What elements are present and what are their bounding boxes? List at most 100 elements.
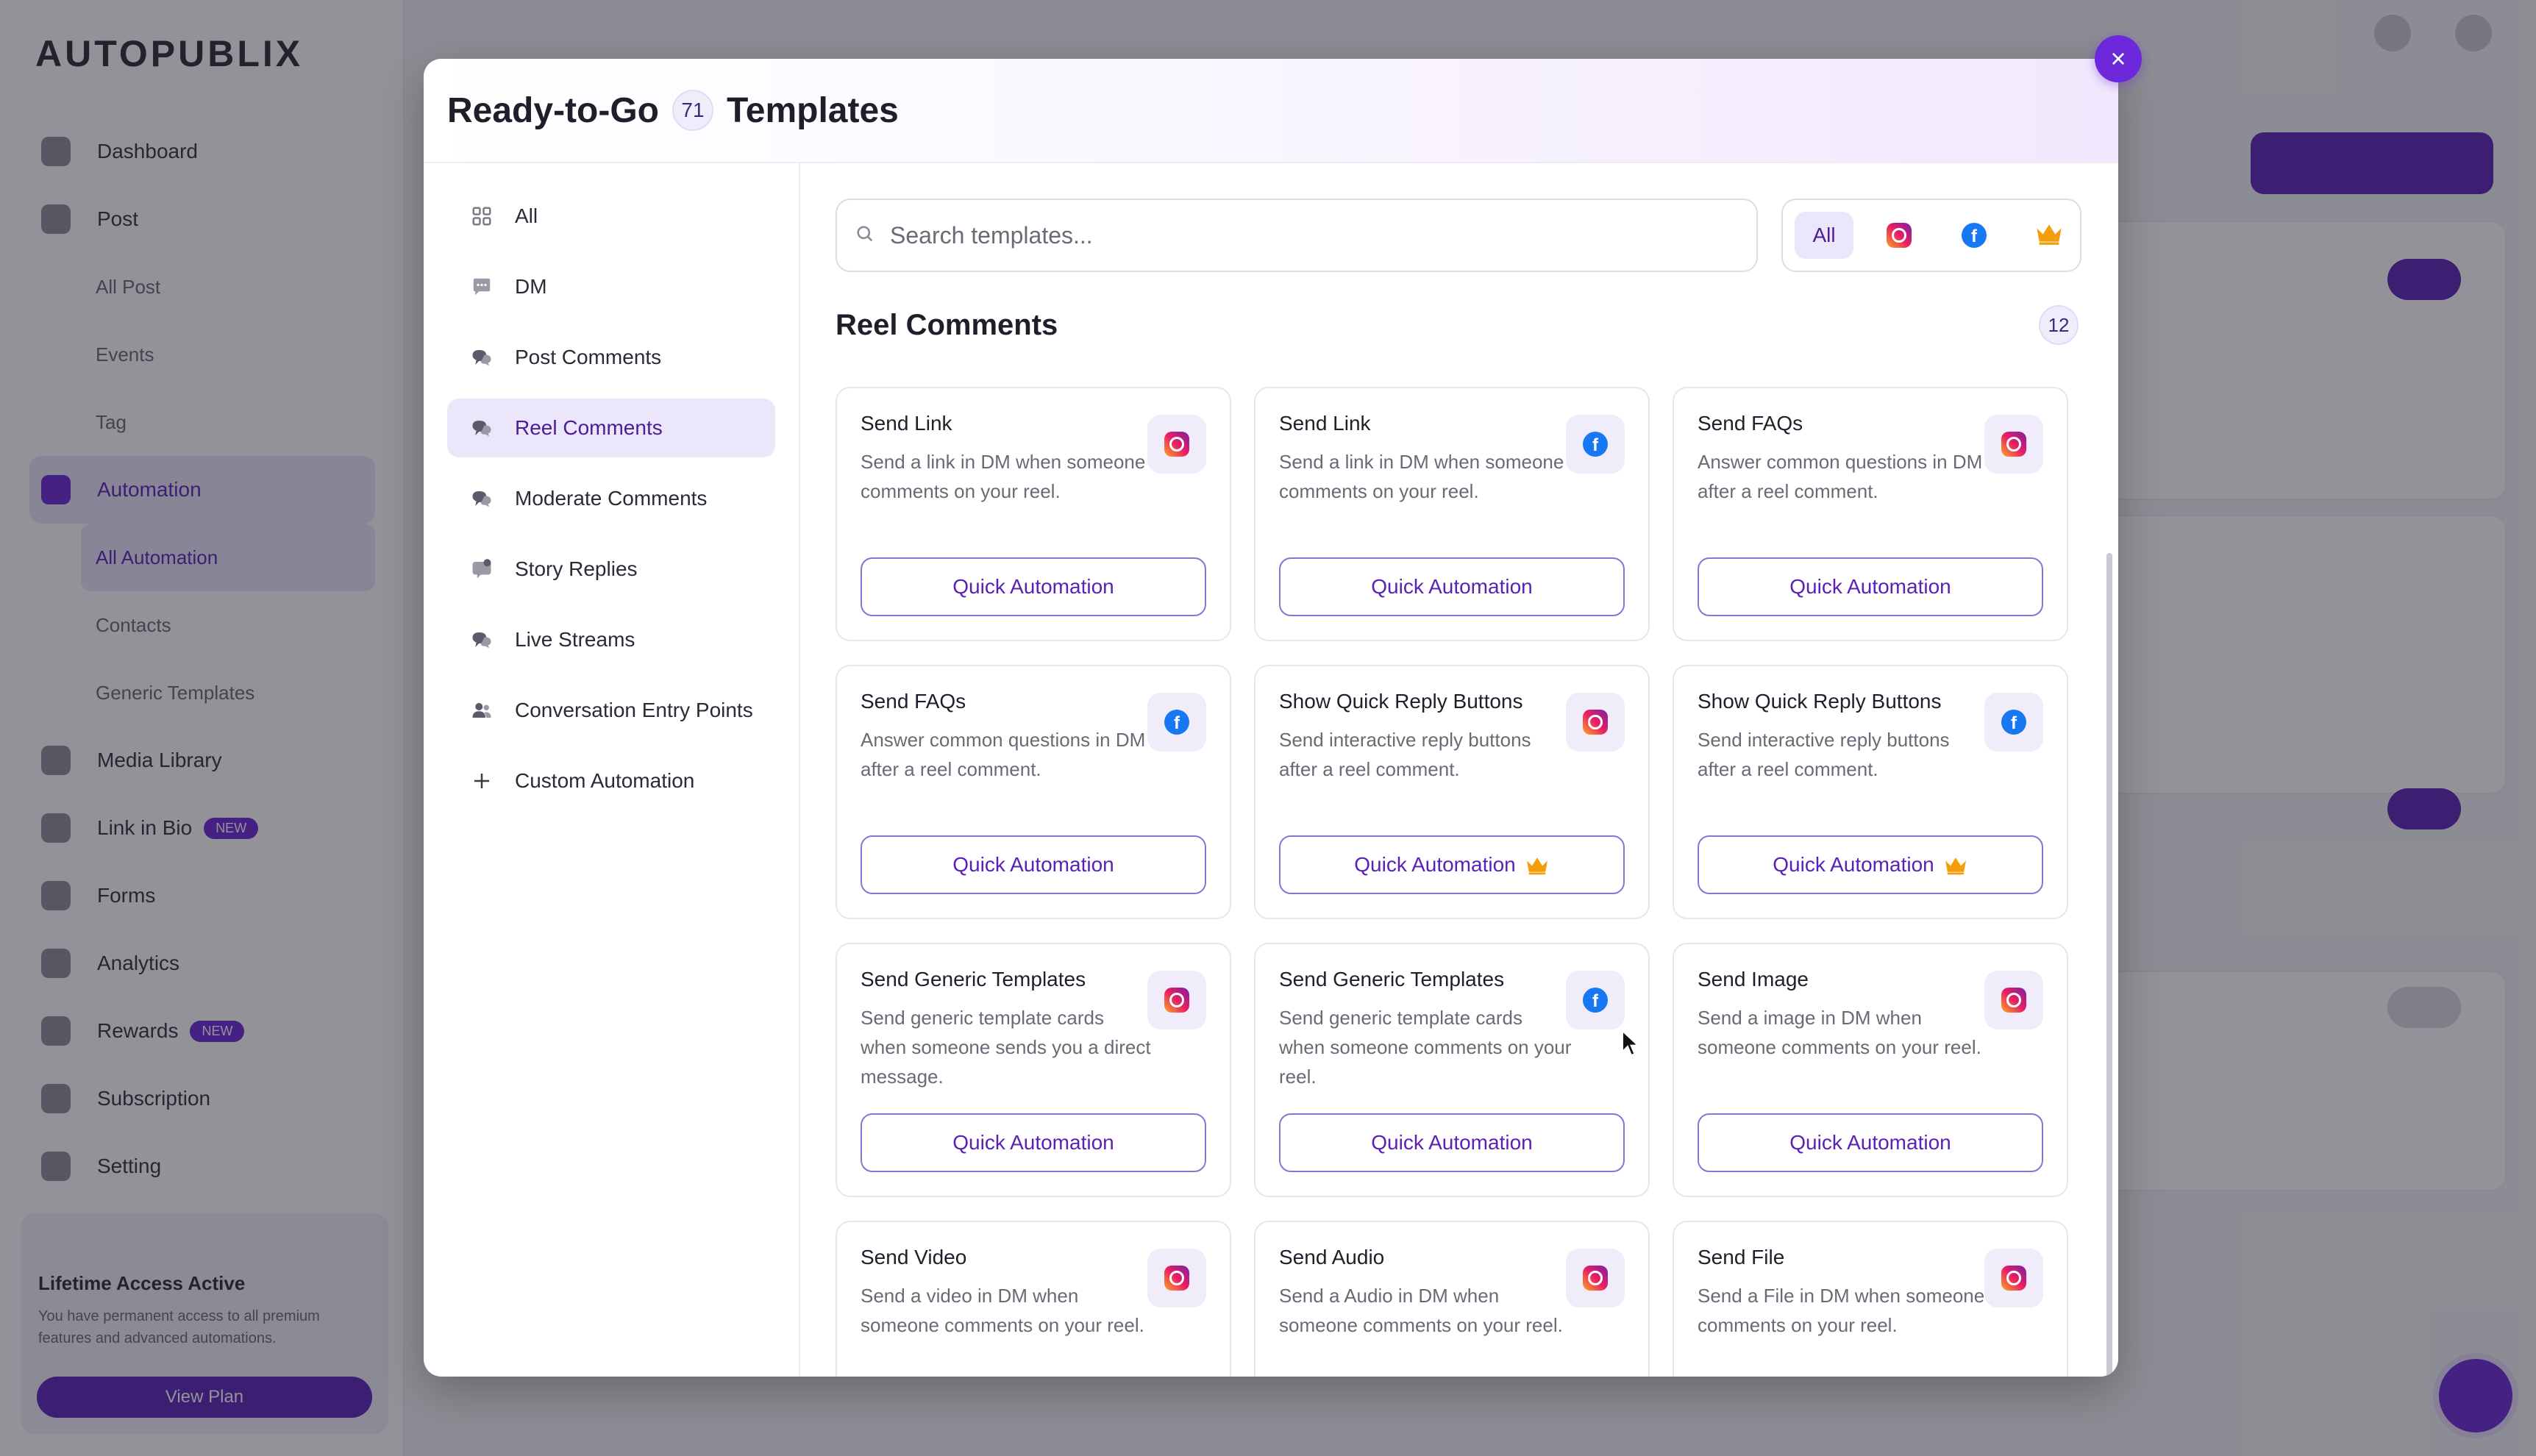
quick-automation-button[interactable]: Quick Automation <box>1698 835 2043 894</box>
category-reel-comments[interactable]: Reel Comments <box>447 399 775 457</box>
category-conversation-entry-points[interactable]: Conversation Entry Points <box>447 681 775 740</box>
scrollbar[interactable] <box>2106 553 2112 1377</box>
platform-badge <box>1984 1249 2043 1307</box>
modal-title-suffix: Templates <box>727 90 899 130</box>
template-description: Send a link in DM when someone comments … <box>1279 451 1564 502</box>
category-live-streams[interactable]: Live Streams <box>447 610 775 669</box>
platform-badge <box>1147 1249 1206 1307</box>
template-card: Send Video Send a video in DM when someon… <box>836 1221 1231 1377</box>
comments-icon <box>469 415 494 440</box>
category-panel: All DM Post Comments Reel Comments Moderate … <box>424 163 800 1377</box>
template-title: Send File <box>1698 1246 1785 1268</box>
section-title: Reel Comments <box>836 308 1058 341</box>
quick-automation-button[interactable]: Quick Automation <box>861 1113 1206 1172</box>
template-description: Send interactive reply buttons after a r… <box>1698 729 1950 780</box>
template-description: Send interactive reply buttons after a r… <box>1279 729 1531 780</box>
instagram-icon <box>1887 223 1912 248</box>
search-box[interactable] <box>836 199 1758 272</box>
platform-badge: f <box>1566 415 1625 474</box>
template-title: Send Audio <box>1279 1246 1385 1268</box>
template-card: Show Quick Reply Buttons Send interactive… <box>1673 665 2068 919</box>
category-label: Moderate Comments <box>515 487 708 510</box>
template-description: Send generic template cards when someone… <box>861 1007 1151 1088</box>
template-title: Send Link <box>861 412 952 435</box>
facebook-icon: f <box>1583 988 1608 1013</box>
category-label: Live Streams <box>515 628 635 651</box>
quick-automation-label: Quick Automation <box>1789 575 1951 598</box>
search-input[interactable] <box>890 221 1699 249</box>
modal-header: Ready-to-Go 71 Templates <box>424 59 2118 163</box>
instagram-icon <box>1164 988 1189 1013</box>
template-description: Send generic template cards when someone… <box>1279 1007 1572 1088</box>
facebook-icon: f <box>1583 432 1608 457</box>
category-label: DM <box>515 275 547 298</box>
category-label: Story Replies <box>515 557 638 580</box>
platform-badge <box>1566 1249 1625 1307</box>
template-title: Send Video <box>861 1246 967 1268</box>
modal-title-prefix: Ready-to-Go <box>447 90 659 130</box>
templates-content: All f Reel Comments 12 <box>800 163 2118 1377</box>
message-icon <box>469 274 494 299</box>
filter-instagram-button[interactable] <box>1870 212 1928 259</box>
category-label: Reel Comments <box>515 416 663 439</box>
comments-icon <box>469 627 494 652</box>
template-card: Send Generic Templates Send generic templ… <box>836 943 1231 1197</box>
category-label: Custom Automation <box>515 769 695 792</box>
comments-icon <box>469 486 494 511</box>
quick-automation-label: Quick Automation <box>1789 1131 1951 1154</box>
templates-modal: Ready-to-Go 71 Templates All DM Post Comme… <box>424 59 2118 1377</box>
template-description: Send a image in DM when someone comments… <box>1698 1007 1981 1058</box>
quick-automation-button[interactable]: Quick Automation <box>1279 557 1625 616</box>
quick-automation-button[interactable]: Quick Automation <box>1279 1113 1625 1172</box>
instagram-icon <box>2001 988 2026 1013</box>
quick-automation-button[interactable]: Quick Automation <box>1698 1113 2043 1172</box>
category-dm[interactable]: DM <box>447 257 775 316</box>
quick-automation-label: Quick Automation <box>1371 1131 1533 1154</box>
template-description: Send a Audio in DM when someone comments… <box>1279 1285 1563 1336</box>
quick-automation-button[interactable]: Quick Automation <box>1279 835 1625 894</box>
template-description: Send a video in DM when someone comments… <box>861 1285 1144 1336</box>
template-card: Send Link Send a link in DM when someone … <box>836 387 1231 641</box>
grid-icon <box>469 204 494 229</box>
platform-badge: f <box>1147 693 1206 752</box>
quick-automation-label: Quick Automation <box>952 853 1114 876</box>
section-count-badge: 12 <box>2039 305 2079 345</box>
users-icon <box>469 698 494 723</box>
category-custom-automation[interactable]: Custom Automation <box>447 752 775 810</box>
template-title: Send FAQs <box>1698 412 1803 435</box>
category-post-comments[interactable]: Post Comments <box>447 328 775 387</box>
story-reply-icon <box>469 557 494 582</box>
quick-automation-button[interactable]: Quick Automation <box>1698 557 2043 616</box>
filter-facebook-button[interactable]: f <box>1945 212 2003 259</box>
platform-badge <box>1984 415 2043 474</box>
platform-badge: f <box>1566 971 1625 1029</box>
category-moderate-comments[interactable]: Moderate Comments <box>447 469 775 528</box>
platform-badge <box>1566 693 1625 752</box>
platform-filter: All f <box>1781 199 2081 272</box>
template-card: Show Quick Reply Buttons Send interactive… <box>1254 665 1650 919</box>
template-toolbar: All f <box>836 199 2083 272</box>
template-card: Send Link Send a link in DM when someone … <box>1254 387 1650 641</box>
filter-all-button[interactable]: All <box>1795 212 1853 259</box>
template-title: Send Link <box>1279 412 1371 435</box>
category-label: Conversation Entry Points <box>515 699 753 721</box>
instagram-icon <box>1583 1266 1608 1291</box>
filter-premium-button[interactable] <box>2020 212 2079 259</box>
quick-automation-label: Quick Automation <box>1773 853 1934 876</box>
quick-automation-label: Quick Automation <box>952 575 1114 598</box>
plus-icon <box>469 768 494 793</box>
template-title: Send Image <box>1698 968 1809 991</box>
quick-automation-button[interactable]: Quick Automation <box>861 835 1206 894</box>
instagram-icon <box>1164 1266 1189 1291</box>
template-card: Send FAQs Answer common questions in DM a… <box>836 665 1231 919</box>
category-story-replies[interactable]: Story Replies <box>447 540 775 599</box>
template-title: Show Quick Reply Buttons <box>1279 690 1523 713</box>
facebook-icon: f <box>1962 223 1987 248</box>
quick-automation-button[interactable]: Quick Automation <box>861 557 1206 616</box>
modal-body: All DM Post Comments Reel Comments Moderate … <box>424 163 2118 1377</box>
section-header: Reel Comments 12 <box>836 301 2083 349</box>
category-all[interactable]: All <box>447 187 775 246</box>
close-modal-button[interactable]: × <box>2095 35 2142 82</box>
platform-badge <box>1147 415 1206 474</box>
quick-automation-label: Quick Automation <box>1354 853 1516 876</box>
